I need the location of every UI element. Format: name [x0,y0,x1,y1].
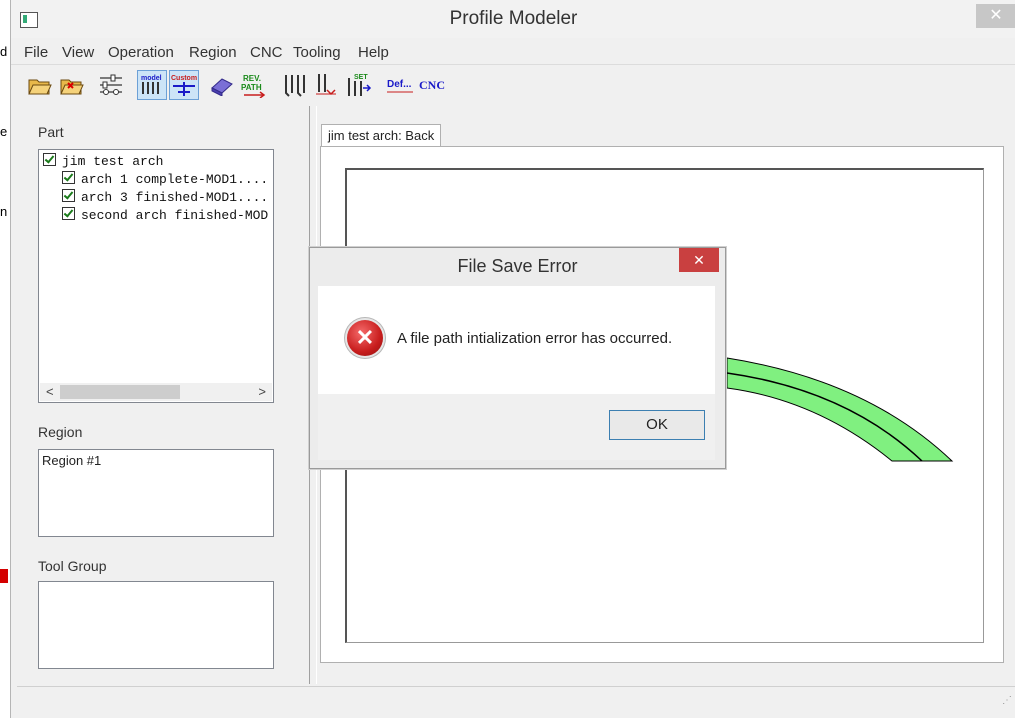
tool-group-list[interactable] [38,581,274,669]
region-list[interactable]: Region #1 [38,449,274,537]
left-panel: Part jim test arch arch 1 complete-MOD1.… [19,106,309,684]
part-label: Part [38,124,64,140]
scroll-left-arrow-icon[interactable]: < [46,384,54,399]
background-marker [0,569,8,583]
cnc-icon[interactable]: CNC [417,70,447,100]
def-icon[interactable]: Def... [385,70,415,100]
menu-view[interactable]: View [62,44,94,61]
background-text: e [0,124,8,139]
menu-cnc[interactable]: CNC [250,44,283,61]
path-label: PATH [241,83,262,92]
tool-group-label: Tool Group [38,558,107,574]
rev-label: REV. [243,74,261,83]
status-bar: ⋰ [17,686,1015,709]
open-folder-icon[interactable] [25,70,55,100]
part-tree[interactable]: jim test arch arch 1 complete-MOD1.... a… [38,149,274,403]
dialog-footer: OK [318,394,715,460]
settings-sliders-icon[interactable] [96,70,126,100]
eraser-icon[interactable] [207,70,237,100]
save-folder-icon[interactable] [57,70,87,100]
tree-item[interactable]: arch 1 complete-MOD1.... [62,171,268,189]
window-close-button[interactable]: ✕ [976,4,1015,28]
horizontal-scrollbar[interactable]: < > [40,383,272,401]
set-label: SET [354,74,368,81]
tree-item[interactable]: jim test arch [43,153,163,171]
checkbox-checked[interactable] [62,207,75,220]
error-icon: ✕ [347,320,383,356]
menu-tooling[interactable]: Tooling [293,44,341,61]
ok-button[interactable]: OK [609,410,705,440]
checkbox-checked[interactable] [62,189,75,202]
scroll-right-arrow-icon[interactable]: > [258,384,266,399]
tool-change-icon[interactable] [311,70,341,100]
dialog-body: ✕ A file path intialization error has oc… [318,286,715,394]
scrollbar-thumb[interactable] [60,385,180,399]
arch-shape [726,357,954,462]
region-label: Region [38,424,83,440]
resize-grip-icon[interactable]: ⋰ [1002,695,1014,707]
model-label: model [141,75,162,82]
menu-file[interactable]: File [24,44,48,61]
tools-icon[interactable] [279,70,309,100]
tab-back-view[interactable]: jim test arch: Back [321,124,442,147]
def-label: Def... [387,79,412,90]
dialog-close-button[interactable]: ✕ [679,248,719,272]
background-text: d [0,44,8,59]
tree-item[interactable]: second arch finished-MOD [62,207,272,225]
model-icon[interactable]: model [137,70,167,100]
tree-item[interactable]: arch 3 finished-MOD1.... [62,189,268,207]
rev-path-icon[interactable]: REV. PATH [239,70,269,100]
custom-label: Custom [171,75,197,82]
checkbox-checked[interactable] [43,153,56,166]
background-text: n [0,204,8,219]
error-message: A file path intialization error has occu… [397,330,673,347]
checkbox-checked[interactable] [62,171,75,184]
menu-help[interactable]: Help [358,44,389,61]
window-title: Profile Modeler [449,8,578,29]
menu-region[interactable]: Region [189,44,237,61]
dialog-title: File Save Error [457,256,578,276]
menu-operation[interactable]: Operation [108,44,174,61]
list-item[interactable]: Region #1 [42,453,101,468]
error-dialog: File Save Error ✕ ✕ A file path intializ… [309,247,726,469]
menu-bar: File View Operation Region CNC Tooling H… [11,40,1015,65]
custom-icon[interactable]: Custom [169,70,199,100]
title-bar: Profile Modeler ✕ [11,0,1015,38]
set-tool-icon[interactable]: SET [343,70,373,100]
toolbar: model Custom REV. PATH SET Def... CNC [11,66,1015,104]
